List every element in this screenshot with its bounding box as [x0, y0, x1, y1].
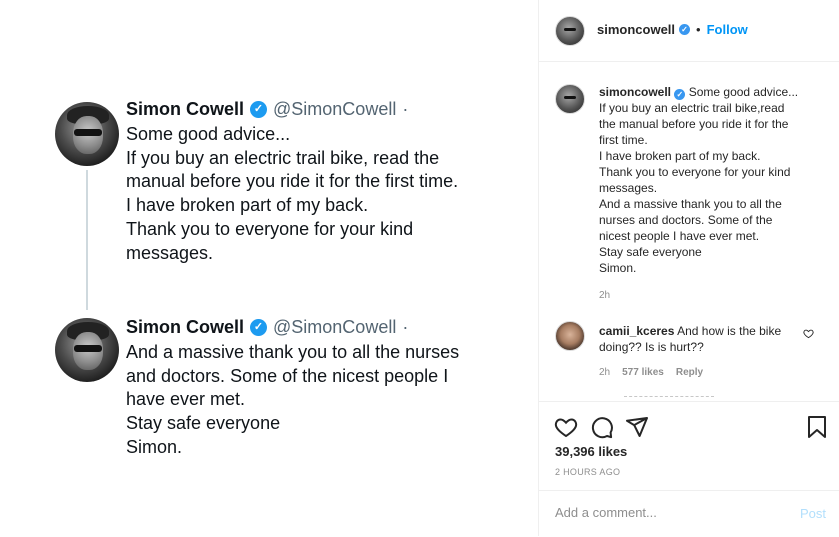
tweet-separator: ·: [402, 317, 409, 337]
share-icon[interactable]: [624, 414, 650, 440]
post-header: simoncowell ✓ • Follow: [539, 0, 839, 62]
avatar[interactable]: [555, 84, 585, 114]
tweet-author-row: Simon Cowell ✓ @SimonCowell ·: [126, 99, 408, 120]
verified-badge-icon: ✓: [674, 89, 686, 100]
tweet-handle: @SimonCowell: [273, 317, 397, 337]
comment-timestamp[interactable]: 2h: [599, 367, 610, 378]
caption-timestamp[interactable]: 2h: [599, 290, 610, 301]
post-image[interactable]: Simon Cowell ✓ @SimonCowell · Some good …: [0, 0, 538, 536]
post-side-panel: simoncowell ✓ • Follow simoncowell ✓ Som…: [538, 0, 839, 536]
header-username[interactable]: simoncowell: [597, 22, 675, 37]
add-comment-section: Post: [539, 490, 839, 537]
tweet-text: And a massive thank you to all the nurse…: [126, 342, 460, 457]
avatar[interactable]: [555, 16, 585, 46]
comment-meta: 2h 577 likes Reply: [599, 367, 703, 378]
bookmark-icon[interactable]: [804, 414, 830, 440]
comment-icon[interactable]: [589, 414, 615, 440]
comment-like-icon[interactable]: [803, 328, 814, 342]
tweet-author-row: Simon Cowell ✓ @SimonCowell ·: [126, 317, 408, 338]
tweet-separator: ·: [402, 99, 409, 119]
verified-badge-icon: ✓: [679, 24, 691, 35]
caption-username[interactable]: simoncowell: [599, 85, 671, 99]
avatar[interactable]: [555, 321, 585, 351]
caption-text: simoncowell ✓ Some good advice... If you…: [599, 85, 799, 275]
comment-text: camii_kceres And how is the bike doing??…: [599, 324, 782, 354]
header-user-row: simoncowell ✓ • Follow: [597, 22, 748, 37]
post-button[interactable]: Post: [800, 506, 826, 521]
follow-button[interactable]: Follow: [707, 22, 748, 37]
header-separator: •: [696, 22, 701, 37]
heart-icon[interactable]: [553, 414, 579, 440]
verified-badge-icon: ✓: [250, 101, 268, 118]
comment-likes[interactable]: 577 likes: [622, 367, 664, 378]
tweet-avatar: [55, 318, 119, 382]
action-bar: [539, 401, 839, 439]
tweet-author-name: Simon Cowell: [126, 317, 245, 337]
tweet-text: Some good advice... If you buy an electr…: [126, 124, 459, 263]
likes-count[interactable]: 39,396 likes: [555, 444, 627, 459]
comment-username[interactable]: camii_kceres: [599, 324, 674, 338]
reply-button[interactable]: Reply: [676, 367, 703, 378]
tweet-handle: @SimonCowell: [273, 99, 397, 119]
post-timestamp[interactable]: 2 HOURS AGO: [555, 467, 620, 477]
tweet-author-name: Simon Cowell: [126, 99, 245, 119]
tweet-avatar: [55, 102, 119, 166]
thread-connector: [86, 170, 88, 310]
verified-badge-icon: ✓: [250, 319, 268, 336]
comment-input[interactable]: [555, 505, 775, 520]
tweet-thread-image: Simon Cowell ✓ @SimonCowell · Some good …: [33, 90, 511, 462]
